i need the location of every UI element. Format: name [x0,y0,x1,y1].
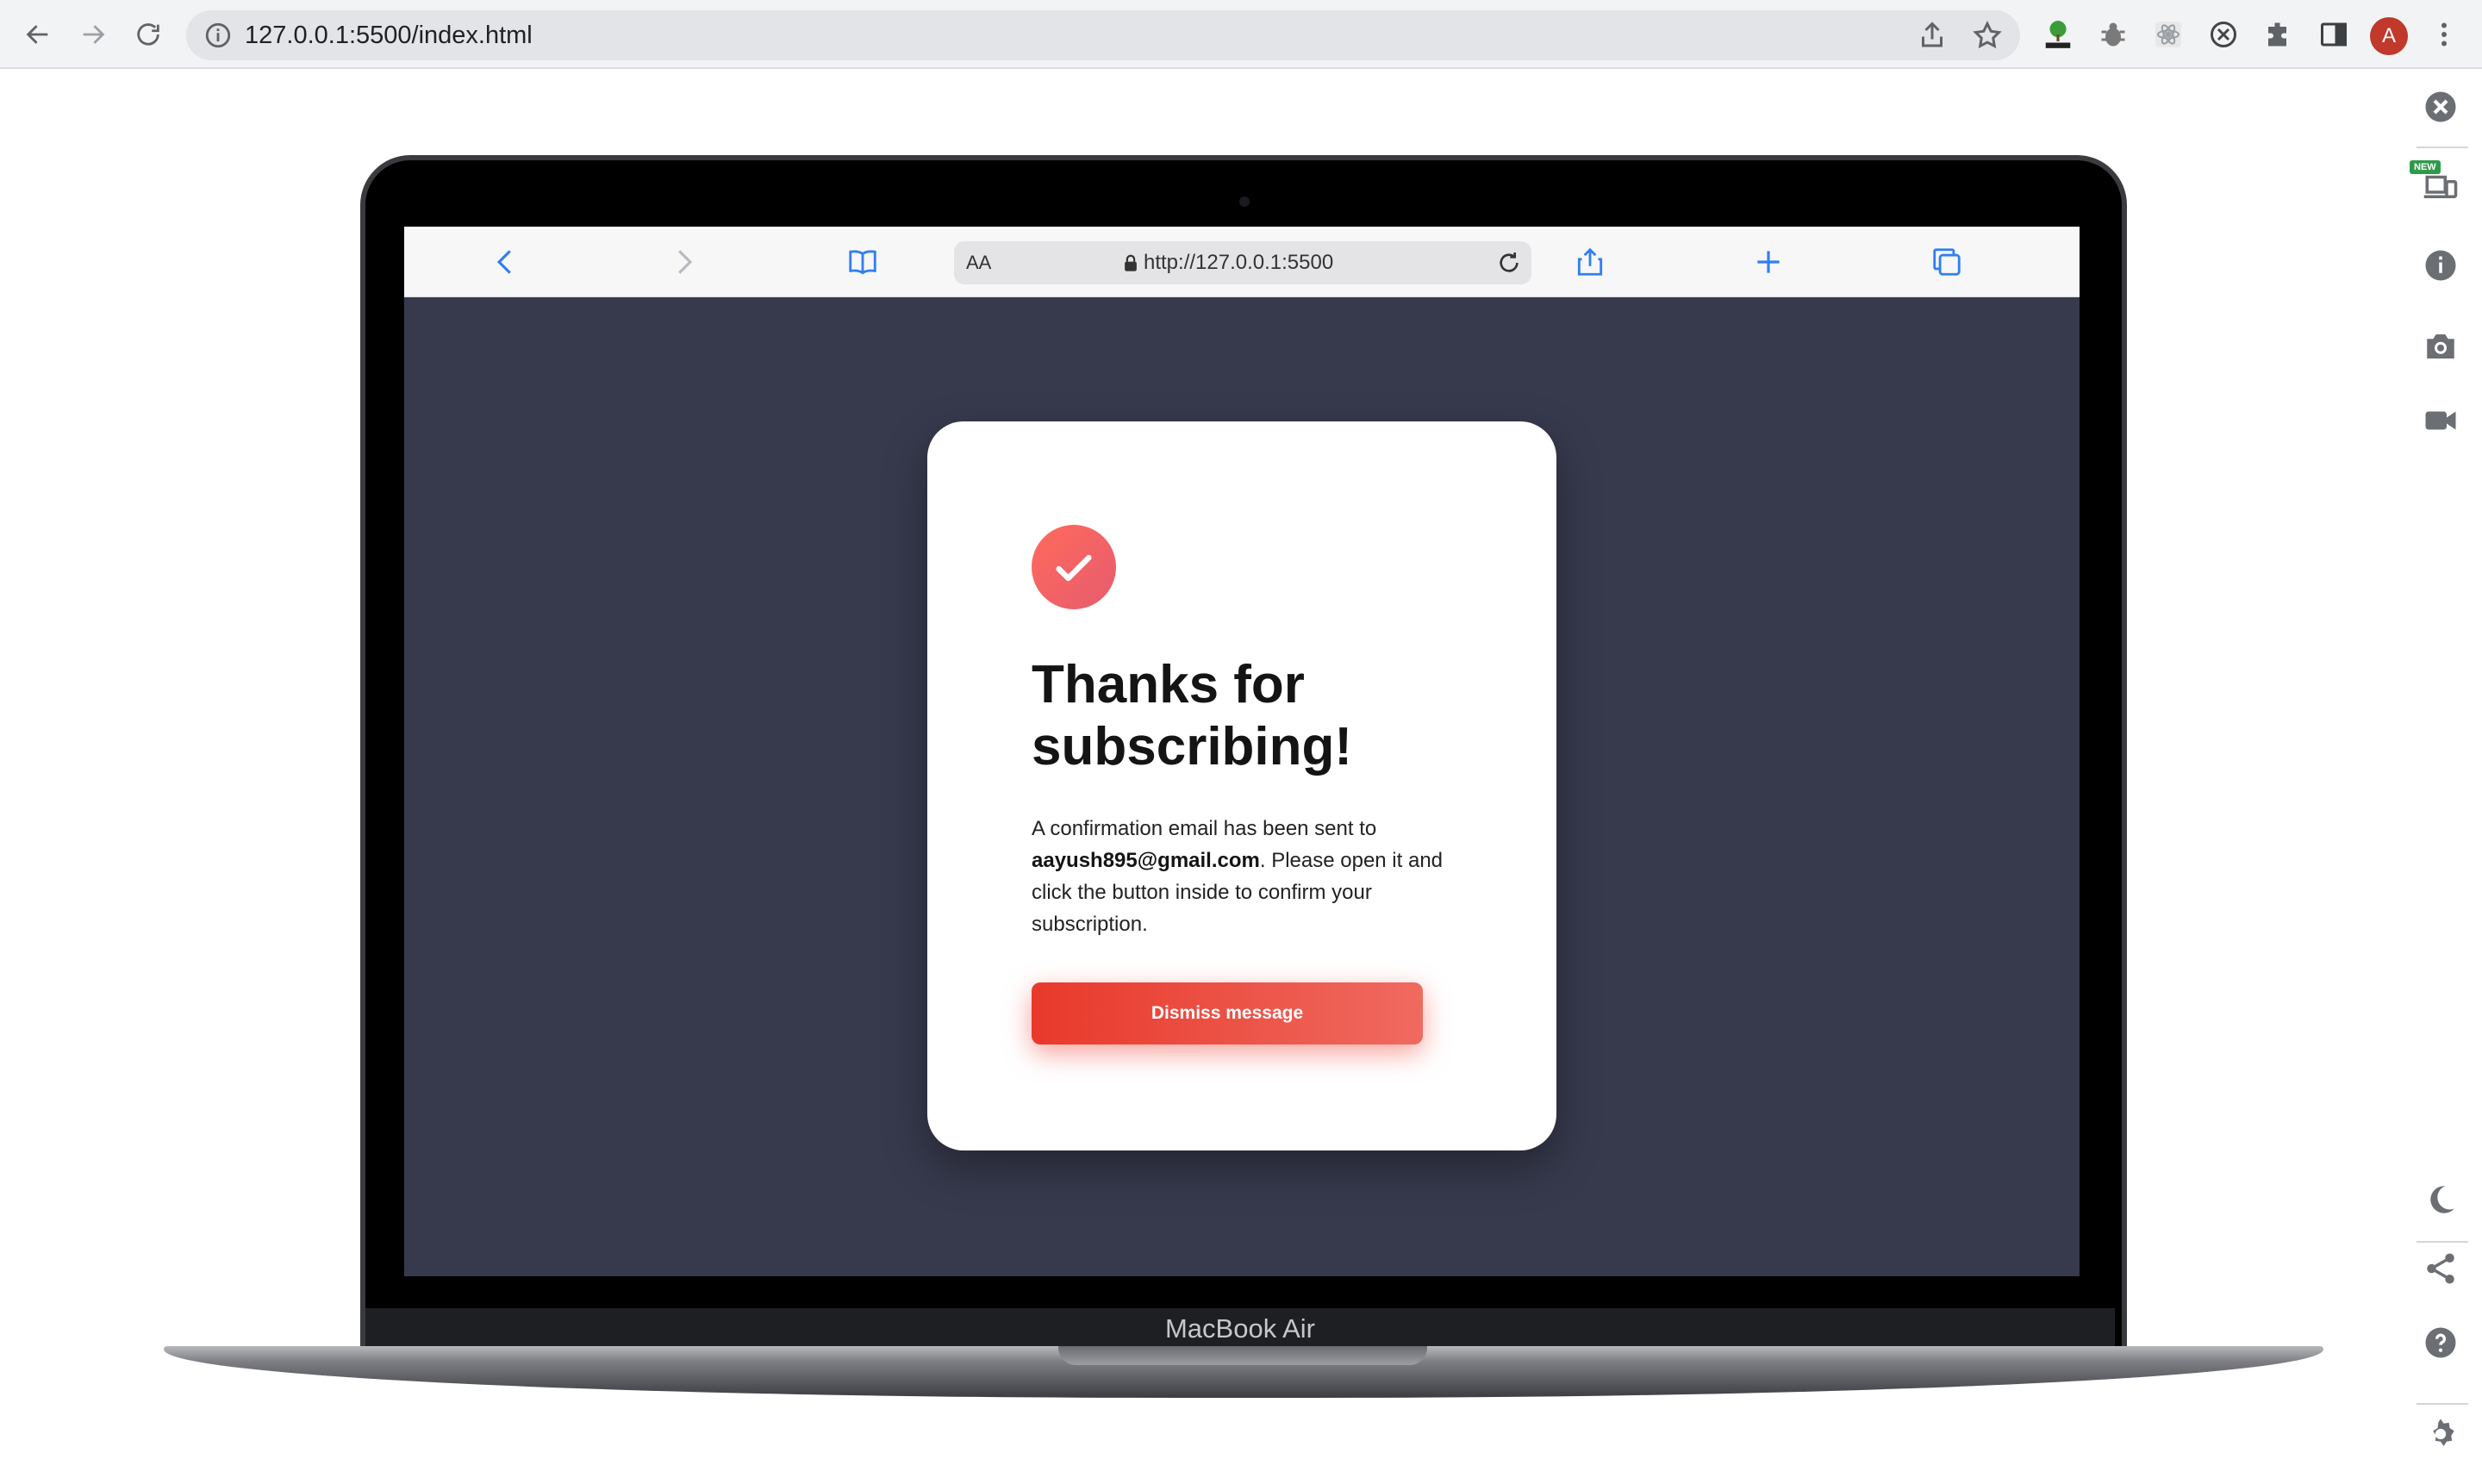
blocked-script-icon[interactable] [2206,17,2241,52]
webcam [1239,196,1250,207]
address-bar-url[interactable]: 127.0.0.1:5500/index.html [245,21,533,50]
share-page-icon[interactable] [1917,20,1948,51]
forward-icon[interactable] [72,14,114,55]
site-info-icon[interactable] [203,21,233,50]
profile-avatar[interactable]: A [2370,17,2408,55]
bookmark-star-icon[interactable] [1972,20,2003,51]
laptop-notch [1058,1346,1427,1365]
safari-forward-icon[interactable] [666,245,701,279]
safari-toolbar: AA http://127.0.0.1:5500 [404,227,2080,297]
close-icon[interactable] [2422,88,2460,126]
success-check-icon [1032,525,1116,609]
camera-icon[interactable] [2422,327,2460,365]
device-screen: AA http://127.0.0.1:5500 Thanks for subs… [404,227,2080,1276]
video-icon[interactable] [2422,402,2460,440]
address-bar[interactable]: 127.0.0.1:5500/index.html [186,10,2020,60]
puzzle-icon[interactable] [2261,17,2296,52]
safari-share-icon[interactable] [1573,245,1607,279]
email-address: aayush895@gmail.com [1032,849,1260,872]
react-icon[interactable] [2151,17,2186,52]
safari-new-tab-icon[interactable] [1751,245,1786,279]
page-root: 127.0.0.1:5500/index.html A NEW AA http:… [0,0,2482,1484]
safari-back-icon[interactable] [489,245,523,279]
responsive-viewer-panel: NEW [2396,71,2482,1484]
html-tree-icon[interactable] [2041,17,2075,52]
side-divider [2417,147,2468,148]
card-title: Thanks for subscribing! [1032,655,1353,776]
responsive-devices-icon[interactable] [2422,167,2460,205]
settings-icon[interactable] [2422,1415,2460,1453]
side-divider [2417,1403,2468,1405]
bug-icon[interactable] [2096,17,2130,52]
browser-toolbar: 127.0.0.1:5500/index.html A [0,0,2482,69]
card-message: A confirmation email has been sent to aa… [1032,813,1462,940]
more-menu-icon[interactable] [2427,17,2461,52]
side-panel-icon[interactable] [2317,17,2351,52]
help-icon[interactable] [2422,1324,2460,1362]
dismiss-message-button[interactable]: Dismiss message [1032,982,1423,1044]
safari-tabs-icon[interactable] [1930,245,1964,279]
side-divider [2417,1241,2468,1243]
reader-aa-button[interactable]: AA [966,252,991,274]
moon-icon[interactable] [2422,1181,2460,1219]
lock-icon [1125,254,1137,271]
safari-reload-icon[interactable] [1495,249,1523,277]
subscription-success-card: Thanks for subscribing! A confirmation e… [927,421,1556,1150]
safari-bookmarks-icon[interactable] [845,245,880,279]
reload-icon[interactable] [128,14,169,55]
safari-address-field[interactable]: AA http://127.0.0.1:5500 [954,241,1531,284]
back-icon[interactable] [17,14,59,55]
safari-url-text[interactable]: http://127.0.0.1:5500 [1144,251,1333,275]
info-icon[interactable] [2422,246,2460,284]
share-icon[interactable] [2422,1250,2460,1288]
message-prefix: A confirmation email has been sent to [1032,817,1377,840]
device-label: MacBook Air [365,1308,2115,1350]
